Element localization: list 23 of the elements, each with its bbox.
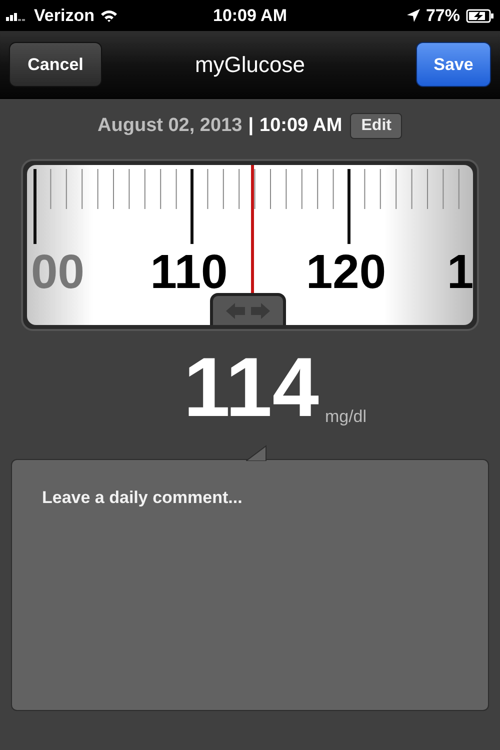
battery-charging-icon [466,8,494,22]
cancel-button[interactable]: Cancel [9,42,102,87]
comment-field[interactable]: Leave a daily comment... [11,459,489,711]
carrier-name: Verizon [34,6,94,26]
wifi-icon [100,9,118,22]
ruler-label: 120 [304,249,388,297]
reading-date: August 02, 2013 [98,115,242,137]
battery-percentage: 77% [426,6,460,26]
ruler-label: 1 [447,249,473,297]
signal-icon [6,10,28,20]
edit-button[interactable]: Edit [350,113,402,139]
ruler-label: 110 [149,249,229,297]
location-arrow-icon [406,9,420,22]
date-separator: | [248,115,254,137]
screen-title: myGlucose [194,52,306,78]
reading-time: 10:09 AM [260,115,342,137]
glucose-value: 114 [183,345,319,429]
ruler-handle[interactable] [210,293,286,325]
left-right-arrows-icon [224,302,272,320]
glucose-unit: mg/dl [324,407,367,427]
save-button[interactable]: Save [416,42,491,87]
status-time: 10:09 AM [212,6,287,26]
ruler-label: 00 [31,249,84,297]
